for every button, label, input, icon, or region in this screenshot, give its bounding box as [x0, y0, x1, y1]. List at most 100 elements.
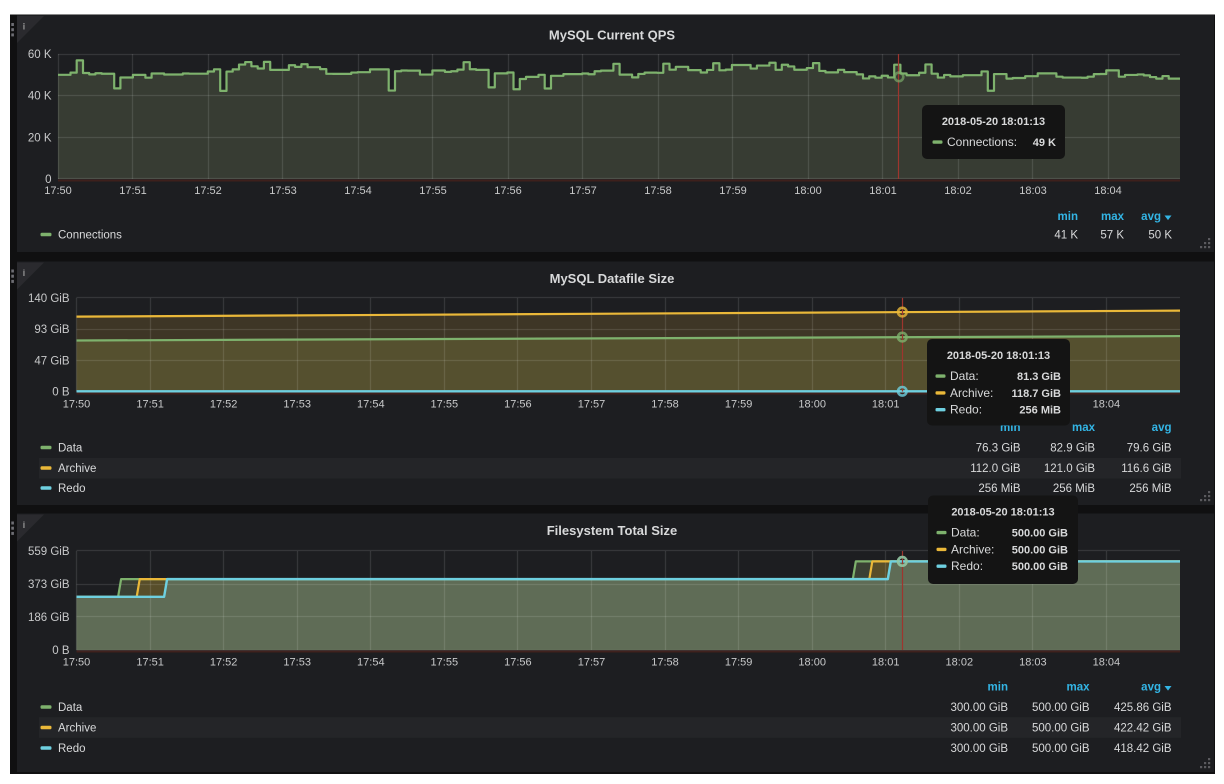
svg-text:17:51: 17:51	[136, 657, 164, 669]
svg-text:18:00: 18:00	[798, 657, 826, 669]
svg-text:41 K: 41 K	[1054, 230, 1078, 242]
svg-text:300.00 GiB: 300.00 GiB	[950, 723, 1008, 735]
svg-text:18:01: 18:01	[869, 185, 897, 197]
svg-text:17:57: 17:57	[569, 185, 597, 197]
svg-text:18:00: 18:00	[798, 399, 826, 411]
svg-text:17:56: 17:56	[504, 399, 532, 411]
svg-text:49 K: 49 K	[1033, 137, 1056, 149]
svg-text:256 MiB: 256 MiB	[1053, 483, 1096, 495]
svg-text:17:53: 17:53	[269, 185, 297, 197]
svg-text:17:50: 17:50	[63, 399, 91, 411]
svg-text:500.00 GiB: 500.00 GiB	[1012, 544, 1068, 556]
svg-text:17:50: 17:50	[44, 185, 72, 197]
svg-text:17:59: 17:59	[719, 185, 747, 197]
svg-text:18:04: 18:04	[1093, 399, 1121, 411]
svg-text:17:58: 17:58	[651, 657, 679, 669]
svg-text:559 GiB: 559 GiB	[28, 546, 70, 558]
svg-text:17:54: 17:54	[357, 399, 385, 411]
svg-text:18:04: 18:04	[1093, 657, 1121, 669]
svg-text:422.42 GiB: 422.42 GiB	[1114, 723, 1172, 735]
svg-text:300.00 GiB: 300.00 GiB	[950, 702, 1008, 714]
svg-text:81.3 GiB: 81.3 GiB	[1017, 371, 1061, 383]
svg-text:17:54: 17:54	[357, 657, 385, 669]
svg-text:min: min	[988, 682, 1008, 694]
svg-text:425.86 GiB: 425.86 GiB	[1114, 702, 1172, 714]
svg-text:186 GiB: 186 GiB	[28, 612, 70, 624]
svg-text:max: max	[1072, 422, 1096, 434]
svg-text:418.42 GiB: 418.42 GiB	[1114, 743, 1172, 755]
svg-text:17:56: 17:56	[494, 185, 522, 197]
svg-text:17:51: 17:51	[119, 185, 147, 197]
svg-text:500.00 GiB: 500.00 GiB	[1012, 528, 1068, 540]
svg-text:116.6 GiB: 116.6 GiB	[1121, 463, 1172, 475]
svg-text:avg: avg	[1141, 682, 1161, 694]
svg-text:max: max	[1066, 682, 1090, 694]
svg-text:373 GiB: 373 GiB	[28, 579, 70, 591]
svg-text:2018-05-20 18:01:13: 2018-05-20 18:01:13	[942, 116, 1045, 128]
svg-text:60 K: 60 K	[28, 49, 52, 61]
svg-text:2018-05-20 18:01:13: 2018-05-20 18:01:13	[947, 350, 1050, 362]
svg-text:17:55: 17:55	[419, 185, 447, 197]
svg-text:57 K: 57 K	[1100, 230, 1124, 242]
svg-text:i: i	[23, 22, 26, 33]
svg-text:76.3 GiB: 76.3 GiB	[976, 443, 1021, 455]
svg-text:17:55: 17:55	[431, 399, 459, 411]
svg-text:40 K: 40 K	[28, 91, 52, 103]
svg-text:0 B: 0 B	[52, 645, 70, 657]
svg-text:Archive: Archive	[58, 463, 96, 475]
svg-text:Data:: Data:	[950, 369, 979, 383]
svg-text:18:04: 18:04	[1094, 185, 1122, 197]
svg-text:Redo:: Redo:	[950, 403, 982, 417]
svg-text:17:52: 17:52	[210, 657, 238, 669]
svg-text:Redo: Redo	[58, 483, 86, 495]
svg-text:Connections:: Connections:	[947, 135, 1017, 149]
svg-text:50 K: 50 K	[1148, 230, 1172, 242]
svg-text:Data: Data	[58, 443, 83, 455]
svg-text:18:03: 18:03	[1019, 657, 1047, 669]
svg-text:Archive: Archive	[58, 723, 96, 735]
svg-text:500.00 GiB: 500.00 GiB	[1032, 743, 1090, 755]
svg-text:17:58: 17:58	[644, 185, 672, 197]
svg-text:79.6 GiB: 79.6 GiB	[1127, 443, 1172, 455]
svg-text:Redo: Redo	[58, 743, 86, 755]
svg-text:121.0 GiB: 121.0 GiB	[1044, 463, 1095, 475]
svg-text:17:50: 17:50	[63, 657, 91, 669]
svg-text:17:57: 17:57	[578, 657, 606, 669]
svg-text:max: max	[1101, 211, 1125, 223]
svg-text:18:02: 18:02	[944, 185, 972, 197]
svg-text:47 GiB: 47 GiB	[34, 355, 69, 367]
svg-text:17:56: 17:56	[504, 657, 532, 669]
svg-text:17:57: 17:57	[578, 399, 606, 411]
svg-text:Data:: Data:	[951, 526, 980, 540]
svg-text:avg: avg	[1141, 211, 1161, 223]
svg-text:17:58: 17:58	[651, 399, 679, 411]
svg-text:112.0 GiB: 112.0 GiB	[970, 463, 1021, 475]
svg-text:Redo:: Redo:	[951, 559, 983, 573]
svg-text:82.9 GiB: 82.9 GiB	[1050, 443, 1095, 455]
svg-text:Connections: Connections	[58, 230, 122, 242]
svg-text:17:59: 17:59	[725, 399, 753, 411]
svg-text:256 MiB: 256 MiB	[1019, 405, 1061, 417]
svg-text:Data: Data	[58, 702, 83, 714]
svg-text:500.00 GiB: 500.00 GiB	[1012, 561, 1068, 573]
svg-text:avg: avg	[1152, 422, 1172, 434]
svg-text:18:01: 18:01	[872, 399, 900, 411]
svg-text:300.00 GiB: 300.00 GiB	[950, 743, 1008, 755]
svg-text:min: min	[1058, 211, 1078, 223]
svg-text:17:52: 17:52	[210, 399, 238, 411]
svg-text:17:55: 17:55	[431, 657, 459, 669]
svg-text:Archive:: Archive:	[951, 542, 994, 556]
svg-text:MySQL Datafile Size: MySQL Datafile Size	[550, 271, 675, 286]
svg-text:17:51: 17:51	[136, 399, 164, 411]
svg-text:17:52: 17:52	[194, 185, 222, 197]
svg-text:Archive:: Archive:	[950, 386, 993, 400]
svg-text:93 GiB: 93 GiB	[34, 324, 69, 336]
svg-text:18:03: 18:03	[1019, 185, 1047, 197]
svg-text:17:59: 17:59	[725, 657, 753, 669]
svg-text:18:00: 18:00	[794, 185, 822, 197]
svg-text:17:54: 17:54	[344, 185, 372, 197]
svg-text:2018-05-20 18:01:13: 2018-05-20 18:01:13	[951, 507, 1054, 519]
svg-text:18:02: 18:02	[946, 657, 974, 669]
svg-text:0 B: 0 B	[52, 387, 70, 399]
svg-text:i: i	[23, 268, 26, 279]
